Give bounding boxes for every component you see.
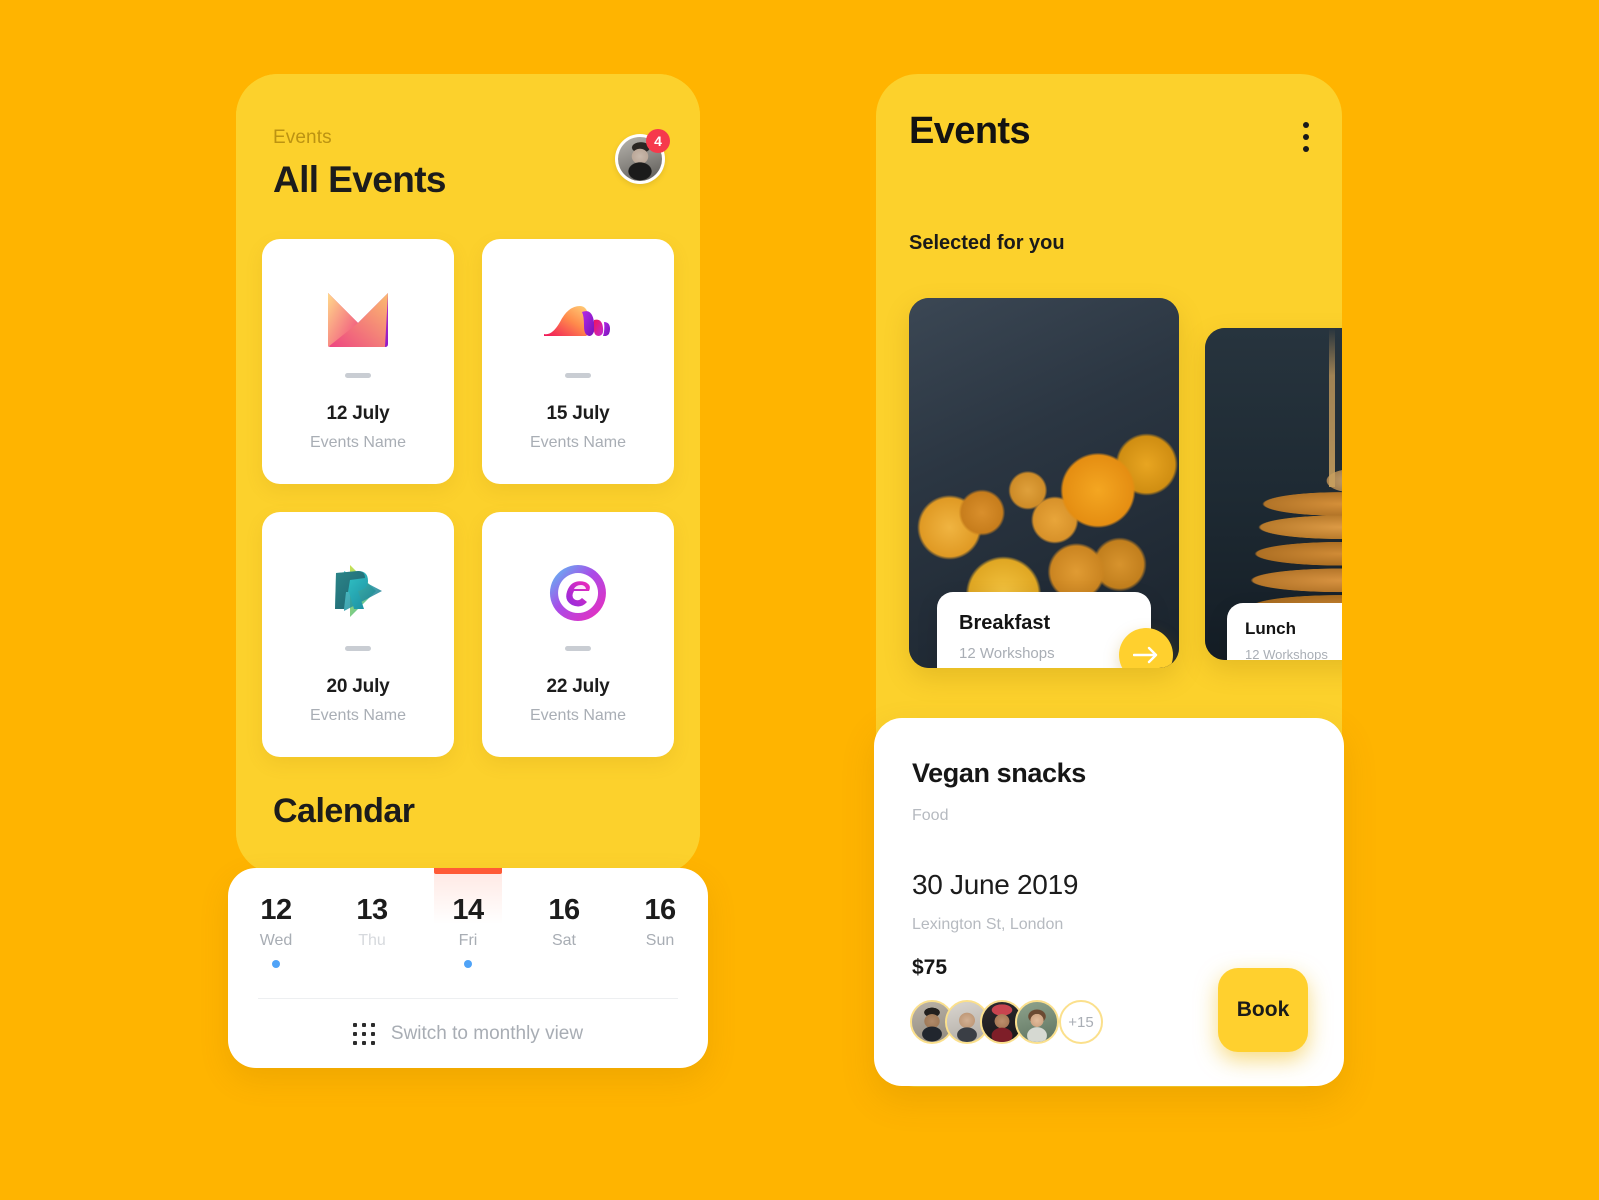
carousel-card-title: Breakfast (959, 612, 1051, 634)
kebab-menu-icon[interactable] (1302, 118, 1310, 156)
calendar-day-name: Sat (551, 932, 576, 949)
switch-view-label: Switch to monthly view (390, 1023, 584, 1044)
attendee-avatar[interactable] (1015, 1000, 1059, 1044)
envelope-gradient-logo-icon (321, 283, 395, 357)
calendar-day-name: Wed (259, 932, 293, 949)
carousel-card-subtitle: 12 Workshops (1245, 647, 1328, 660)
left-screen-header: Events All Events 4 (273, 127, 670, 200)
event-card-date: 15 July (546, 403, 610, 424)
event-card[interactable]: 15 July Events Name (482, 239, 674, 484)
carousel-card-lunch[interactable]: Lunch 12 Workshops (1205, 328, 1342, 660)
calendar-day-16-sat[interactable]: 16 Sat (516, 868, 612, 980)
book-button[interactable]: Book (1218, 968, 1308, 1052)
calendar-event-dot (464, 960, 472, 968)
profile-avatar-button[interactable]: 4 (615, 129, 670, 184)
calendar-day-number: 16 (644, 894, 676, 926)
carousel-card-title: Lunch (1245, 619, 1296, 638)
calendar-day-number: 13 (356, 894, 388, 926)
event-card-date: 20 July (326, 676, 390, 697)
e-circle-logo-icon (541, 556, 615, 630)
event-card[interactable]: 20 July Events Name (262, 512, 454, 757)
events-carousel[interactable]: Breakfast 12 Workshops Lunch 12 Workshop… (909, 298, 1342, 668)
card-divider (565, 646, 591, 651)
page-title: Events (909, 110, 1031, 152)
calendar-day-16-sun[interactable]: 16 Sun (612, 868, 708, 980)
event-detail-date: 30 June 2019 (912, 869, 1079, 900)
event-card[interactable]: 12 July Events Name (262, 239, 454, 484)
section-label-selected-for-you: Selected for you (909, 232, 1065, 254)
card-divider (345, 373, 371, 378)
event-card[interactable]: 22 July Events Name (482, 512, 674, 757)
card-divider (345, 646, 371, 651)
calendar-week-sheet: 12 Wed 13 Thu 14 Fri 16 Sat 16 Sun Switc… (228, 868, 708, 1068)
event-card-name: Events Name (529, 434, 627, 451)
calendar-day-12[interactable]: 12 Wed (228, 868, 324, 980)
calendar-day-name: Sun (645, 932, 675, 949)
switch-to-monthly-view-button[interactable]: Switch to monthly view (228, 1023, 708, 1045)
calendar-day-number: 14 (452, 894, 484, 926)
event-detail-category: Food (912, 807, 949, 824)
attendee-avatars[interactable]: +15 (910, 1000, 1103, 1044)
event-detail-location: Lexington St, London (912, 916, 1064, 933)
event-card-name: Events Name (529, 707, 627, 724)
calendar-event-dot (272, 960, 280, 968)
wave-gradient-logo-icon (541, 283, 615, 357)
carousel-card-subtitle: 12 Workshops (959, 645, 1055, 662)
arrow-right-icon (1133, 646, 1158, 664)
calendar-days-row: 12 Wed 13 Thu 14 Fri 16 Sat 16 Sun (228, 868, 708, 980)
carousel-card-overlay: Breakfast 12 Workshops (937, 592, 1173, 668)
calendar-heading: Calendar (273, 792, 415, 830)
grid-icon (352, 1023, 375, 1045)
event-card-date: 12 July (326, 403, 390, 424)
calendar-day-14-selected[interactable]: 14 Fri (420, 868, 516, 980)
breadcrumb-eyebrow: Events (273, 127, 332, 148)
notification-badge: 4 (646, 129, 670, 153)
carousel-card-breakfast[interactable]: Breakfast 12 Workshops (909, 298, 1179, 668)
app-mockup-stage: Events All Events 4 12 July Events Name … (0, 0, 1599, 1200)
attendee-overflow-count[interactable]: +15 (1059, 1000, 1103, 1044)
calendar-day-number: 12 (260, 894, 292, 926)
r-play-logo-icon (321, 556, 395, 630)
event-card-name: Events Name (309, 707, 407, 724)
event-detail-title: Vegan snacks (912, 758, 1086, 788)
event-detail-card: Vegan snacks Food 30 June 2019 Lexington… (874, 718, 1344, 1086)
page-title: All Events (273, 159, 447, 200)
events-card-grid: 12 July Events Name 15 July Events Name … (262, 239, 674, 757)
card-divider (565, 373, 591, 378)
calendar-day-13[interactable]: 13 Thu (324, 868, 420, 980)
divider (258, 998, 678, 999)
calendar-day-name: Fri (458, 932, 478, 949)
event-card-name: Events Name (309, 434, 407, 451)
calendar-day-name: Thu (358, 932, 386, 949)
carousel-card-overlay: Lunch 12 Workshops (1227, 603, 1342, 660)
event-card-date: 22 July (546, 676, 610, 697)
calendar-day-number: 16 (548, 894, 580, 926)
phone-screen-all-events: Events All Events 4 12 July Events Name … (236, 74, 700, 874)
